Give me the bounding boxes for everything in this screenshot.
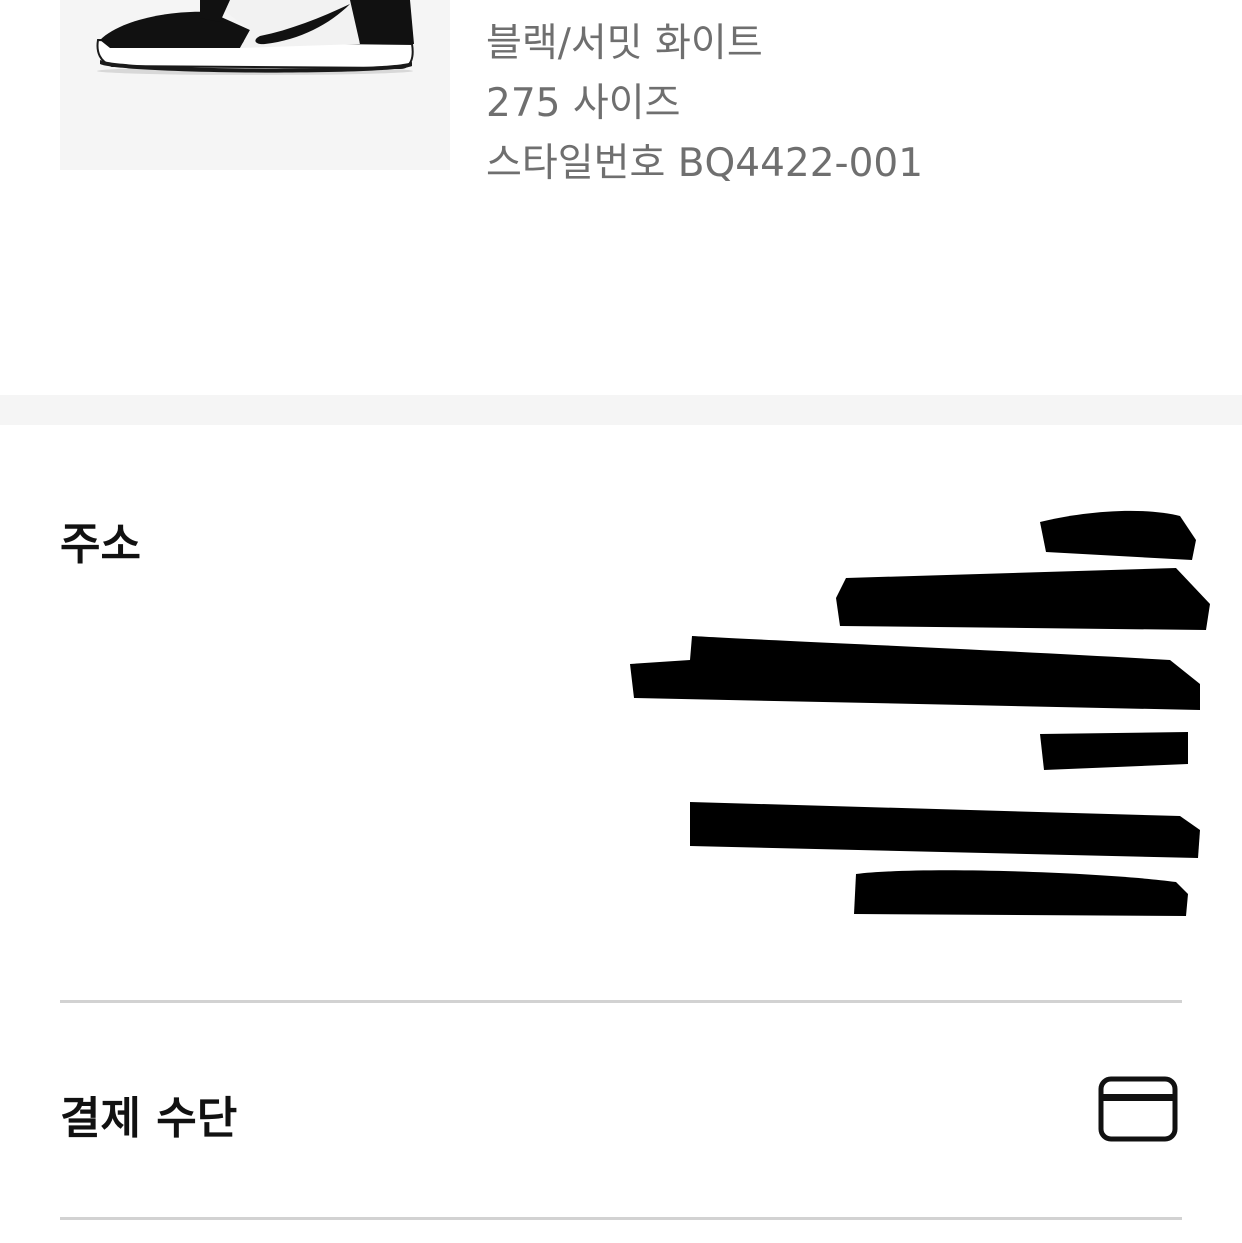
product-image [60,0,450,170]
redaction-mark [854,870,1188,916]
redaction-mark [836,568,1210,630]
payment-method-title: 결제 수단 [60,1093,238,1144]
section-divider [0,395,1242,425]
product-style-number: 스타일번호 BQ4422-001 [486,141,924,186]
divider-line [60,1000,1182,1003]
product-color: 블랙/서밋 화이트 [486,21,763,66]
divider-line [60,1217,1182,1220]
credit-card-icon[interactable] [1098,1076,1178,1142]
redaction-mark [1040,510,1196,560]
redaction-mark [630,636,1200,710]
sneaker-icon [96,0,414,75]
product-size: 275 사이즈 [486,81,681,126]
address-title: 주소 [60,519,141,570]
order-details-screen: 블랙/서밋 화이트 275 사이즈 스타일번호 BQ4422-001 주소 결제… [0,0,1242,1243]
redaction-mark [690,802,1200,858]
product-details: 블랙/서밋 화이트 275 사이즈 스타일번호 BQ4422-001 [486,14,923,194]
redaction-mark [1040,732,1188,770]
